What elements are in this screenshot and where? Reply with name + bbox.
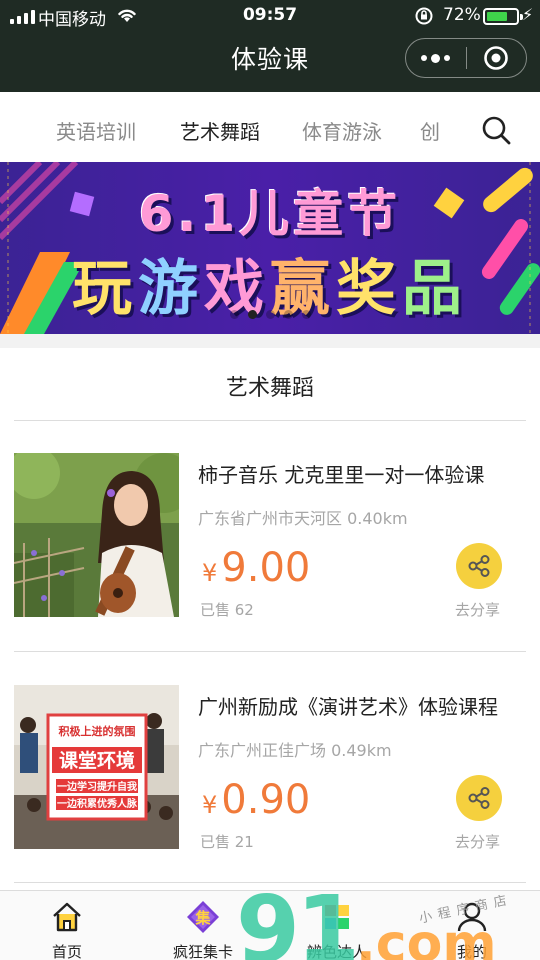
- carousel-dot[interactable]: [265, 310, 275, 319]
- share-icon: [468, 787, 490, 809]
- nav-label: 首页: [51, 943, 82, 960]
- share-button[interactable]: [456, 543, 502, 589]
- divider: [14, 651, 526, 652]
- poster-line: 一边积累优秀人脉: [57, 797, 138, 810]
- top-bar: 中国移动 09:57 72% ⚡ 体验课: [0, 0, 540, 92]
- carousel-dot[interactable]: [229, 310, 239, 319]
- more-button[interactable]: [406, 39, 466, 77]
- course-title: 柿子音乐 尤克里里一对一体验课: [198, 463, 485, 487]
- carousel-dot[interactable]: [301, 310, 311, 319]
- nav-badge: 集: [194, 909, 211, 927]
- carousel-dots: [0, 310, 540, 319]
- course-address: 广东广州正佳广场 0.49km: [198, 741, 392, 760]
- price-value: 0.90: [221, 777, 311, 823]
- course-thumbnail: [14, 453, 179, 617]
- target-icon: [484, 46, 509, 70]
- price-value: 9.00: [221, 545, 311, 591]
- share-button[interactable]: [456, 775, 502, 821]
- card-collect-icon: 集: [187, 901, 219, 933]
- charging-icon: ⚡: [522, 5, 534, 24]
- tab-english[interactable]: 英语培训: [56, 116, 136, 145]
- currency-symbol: ¥: [202, 559, 218, 587]
- miniprogram-capsule: [405, 38, 527, 78]
- close-button[interactable]: [466, 39, 526, 77]
- course-card[interactable]: 柿子音乐 尤克里里一对一体验课 广东省广州市天河区 0.40km ¥9.00 已…: [0, 453, 540, 653]
- poster-tagline: 积极上进的氛围: [59, 724, 136, 738]
- divider: [14, 420, 526, 421]
- carousel-dot[interactable]: [247, 310, 257, 319]
- course-address: 广东省广州市天河区 0.40km: [198, 509, 408, 528]
- rotation-lock-icon: [414, 6, 434, 31]
- sold-count: 已售 62: [200, 601, 254, 619]
- course-card[interactable]: 积极上进的氛围 课堂环境 一边学习提升自我 一边积累优秀人脉 广州新励成《演讲艺…: [0, 685, 540, 885]
- currency-symbol: ¥: [202, 791, 218, 819]
- status-bar: 中国移动 09:57 72% ⚡: [0, 0, 540, 32]
- course-price: ¥9.00: [202, 545, 310, 591]
- carousel-dot[interactable]: [283, 310, 293, 319]
- share-label[interactable]: 去分享: [455, 831, 500, 852]
- course-price: ¥0.90: [202, 777, 310, 823]
- battery-icon: [483, 8, 523, 25]
- battery-percent: 72%: [443, 5, 481, 25]
- poster-heading: 课堂环境: [59, 749, 135, 772]
- share-icon: [468, 555, 490, 577]
- search-icon: [482, 116, 511, 145]
- nav-home[interactable]: 首页: [7, 891, 127, 960]
- tab-art-dance[interactable]: 艺术舞蹈: [180, 116, 260, 145]
- course-title: 广州新励成《演讲艺术》体验课程: [198, 695, 498, 719]
- category-tabs: 英语培训 艺术舞蹈 体育游泳 创: [0, 92, 540, 162]
- search-button[interactable]: [478, 112, 514, 148]
- section-spacer: [0, 334, 540, 348]
- section-title: 艺术舞蹈: [225, 376, 314, 401]
- tab-partial[interactable]: 创: [420, 116, 442, 145]
- promo-banner[interactable]: 6.1儿童节 玩游戏赢奖品: [0, 162, 540, 334]
- banner-headline: 6.1儿童节: [138, 185, 402, 243]
- course-thumbnail: 积极上进的氛围 课堂环境 一边学习提升自我 一边积累优秀人脉: [14, 685, 179, 849]
- sold-count: 已售 21: [200, 833, 254, 851]
- home-icon: [53, 902, 81, 932]
- share-label[interactable]: 去分享: [455, 599, 500, 620]
- watermark-text: 91: [236, 876, 360, 960]
- tab-sports-swim[interactable]: 体育游泳: [302, 116, 382, 145]
- poster-line: 一边学习提升自我: [57, 780, 137, 793]
